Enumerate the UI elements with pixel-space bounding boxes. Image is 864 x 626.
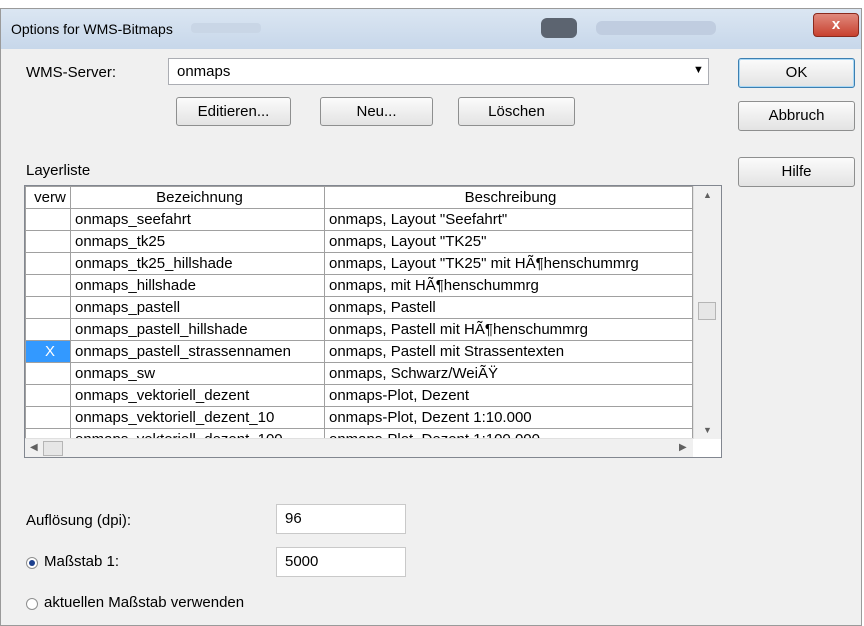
vertical-scroll-thumb[interactable] xyxy=(698,302,716,320)
close-button[interactable]: x xyxy=(813,13,859,37)
wms-server-label: WMS-Server: xyxy=(26,64,116,81)
cell-description: onmaps, Pastell mit Strassentexten xyxy=(324,340,693,363)
cancel-button-label: Abbruch xyxy=(768,107,825,124)
cell-description: onmaps, Pastell xyxy=(324,296,693,319)
cell-verw-checked[interactable]: X xyxy=(25,340,71,363)
cell-name: onmaps_pastell_hillshade xyxy=(70,318,325,341)
edit-button-label: Editieren... xyxy=(197,103,270,120)
layer-grid: verw Bezeichnung Beschreibung onmaps_see… xyxy=(25,186,693,451)
cell-verw[interactable] xyxy=(25,274,71,297)
resolution-label: Auflösung (dpi): xyxy=(26,512,132,529)
cell-verw[interactable] xyxy=(25,318,71,341)
new-button-label: Neu... xyxy=(356,103,397,120)
scroll-left-icon[interactable]: ◀ xyxy=(30,442,38,453)
cell-name: onmaps_tk25 xyxy=(70,230,325,253)
table-row[interactable]: onmaps_vektoriell_dezent onmaps-Plot, De… xyxy=(25,384,693,407)
cell-description: onmaps-Plot, Dezent 1:10.000 xyxy=(324,406,693,429)
cell-verw[interactable] xyxy=(25,406,71,429)
resolution-value: 96 xyxy=(285,510,302,527)
scale-fixed-label: Maßstab 1: xyxy=(44,553,120,570)
scale-fixed-radio[interactable] xyxy=(26,557,38,569)
wms-server-value: onmaps xyxy=(177,63,231,80)
cell-verw[interactable] xyxy=(25,230,71,253)
ok-button[interactable]: OK xyxy=(738,58,855,88)
table-row[interactable]: onmaps_tk25_hillshade onmaps, Layout "TK… xyxy=(25,252,693,275)
background-blur xyxy=(541,18,577,38)
new-button[interactable]: Neu... xyxy=(320,97,433,126)
edit-button[interactable]: Editieren... xyxy=(176,97,291,126)
cell-name: onmaps_pastell_strassennamen xyxy=(70,340,325,363)
horizontal-scroll-thumb[interactable] xyxy=(43,441,63,456)
scale-current-label: aktuellen Maßstab verwenden xyxy=(44,594,245,611)
layer-list-label: Layerliste xyxy=(26,162,91,179)
cell-name: onmaps_vektoriell_dezent_10 xyxy=(70,406,325,429)
cell-name: onmaps_vektoriell_dezent xyxy=(70,384,325,407)
table-row[interactable]: onmaps_vektoriell_dezent_10 onmaps-Plot,… xyxy=(25,406,693,429)
scale-value: 5000 xyxy=(285,553,319,570)
cell-verw[interactable] xyxy=(25,252,71,275)
scale-input[interactable]: 5000 xyxy=(276,547,406,577)
resolution-input[interactable]: 96 xyxy=(276,504,406,534)
column-header-description[interactable]: Beschreibung xyxy=(324,186,693,209)
table-header-row: verw Bezeichnung Beschreibung xyxy=(25,186,693,209)
cell-name: onmaps_sw xyxy=(70,362,325,385)
title-bar[interactable]: Options for WMS-Bitmaps x xyxy=(1,9,861,49)
scale-current-radio[interactable] xyxy=(26,598,38,610)
ok-button-label: OK xyxy=(785,64,808,81)
window-title: Options for WMS-Bitmaps xyxy=(11,21,173,37)
help-button[interactable]: Hilfe xyxy=(738,157,855,187)
table-row[interactable]: onmaps_pastell onmaps, Pastell xyxy=(25,296,693,319)
cell-verw[interactable] xyxy=(25,384,71,407)
horizontal-scrollbar[interactable]: ◀ ▶ xyxy=(25,438,693,457)
help-button-label: Hilfe xyxy=(781,163,812,180)
cell-name: onmaps_seefahrt xyxy=(70,208,325,231)
delete-button[interactable]: Löschen xyxy=(458,97,575,126)
cell-name: onmaps_hillshade xyxy=(70,274,325,297)
background-blur xyxy=(596,21,716,35)
table-row-selected[interactable]: X onmaps_pastell_strassennamen onmaps, P… xyxy=(25,340,693,363)
table-row[interactable]: onmaps_sw onmaps, Schwarz/WeiÃŸ xyxy=(25,362,693,385)
close-icon: x xyxy=(831,16,841,33)
layer-table[interactable]: verw Bezeichnung Beschreibung onmaps_see… xyxy=(24,185,722,458)
column-header-verw[interactable]: verw xyxy=(25,186,71,209)
background-blur xyxy=(191,23,261,33)
radio-selected-dot xyxy=(29,560,35,566)
chevron-down-icon: ▼ xyxy=(693,64,704,76)
cell-verw[interactable] xyxy=(25,208,71,231)
cell-description: onmaps, Layout "TK25" xyxy=(324,230,693,253)
cell-name: onmaps_tk25_hillshade xyxy=(70,252,325,275)
cell-description: onmaps, Schwarz/WeiÃŸ xyxy=(324,362,693,385)
scroll-right-icon[interactable]: ▶ xyxy=(679,442,687,453)
cancel-button[interactable]: Abbruch xyxy=(738,101,855,131)
cell-verw[interactable] xyxy=(25,362,71,385)
cell-description: onmaps-Plot, Dezent xyxy=(324,384,693,407)
cell-description: onmaps, Layout "Seefahrt" xyxy=(324,208,693,231)
cell-name: onmaps_pastell xyxy=(70,296,325,319)
wms-server-select[interactable]: onmaps ▼ xyxy=(168,58,709,85)
cell-description: onmaps, Layout "TK25" mit HÃ¶henschummrg xyxy=(324,252,693,275)
table-row[interactable]: onmaps_pastell_hillshade onmaps, Pastell… xyxy=(25,318,693,341)
table-row[interactable]: onmaps_tk25 onmaps, Layout "TK25" xyxy=(25,230,693,253)
delete-button-label: Löschen xyxy=(488,103,545,120)
cell-description: onmaps, mit HÃ¶henschummrg xyxy=(324,274,693,297)
cell-verw[interactable] xyxy=(25,296,71,319)
cell-description: onmaps, Pastell mit HÃ¶henschummrg xyxy=(324,318,693,341)
table-row[interactable]: onmaps_seefahrt onmaps, Layout "Seefahrt… xyxy=(25,208,693,231)
scroll-up-icon[interactable]: ▲ xyxy=(703,190,712,200)
vertical-scrollbar[interactable]: ▲ ▼ xyxy=(693,186,721,439)
table-row[interactable]: onmaps_hillshade onmaps, mit HÃ¶henschum… xyxy=(25,274,693,297)
scroll-down-icon[interactable]: ▼ xyxy=(703,425,712,435)
column-header-name[interactable]: Bezeichnung xyxy=(70,186,325,209)
